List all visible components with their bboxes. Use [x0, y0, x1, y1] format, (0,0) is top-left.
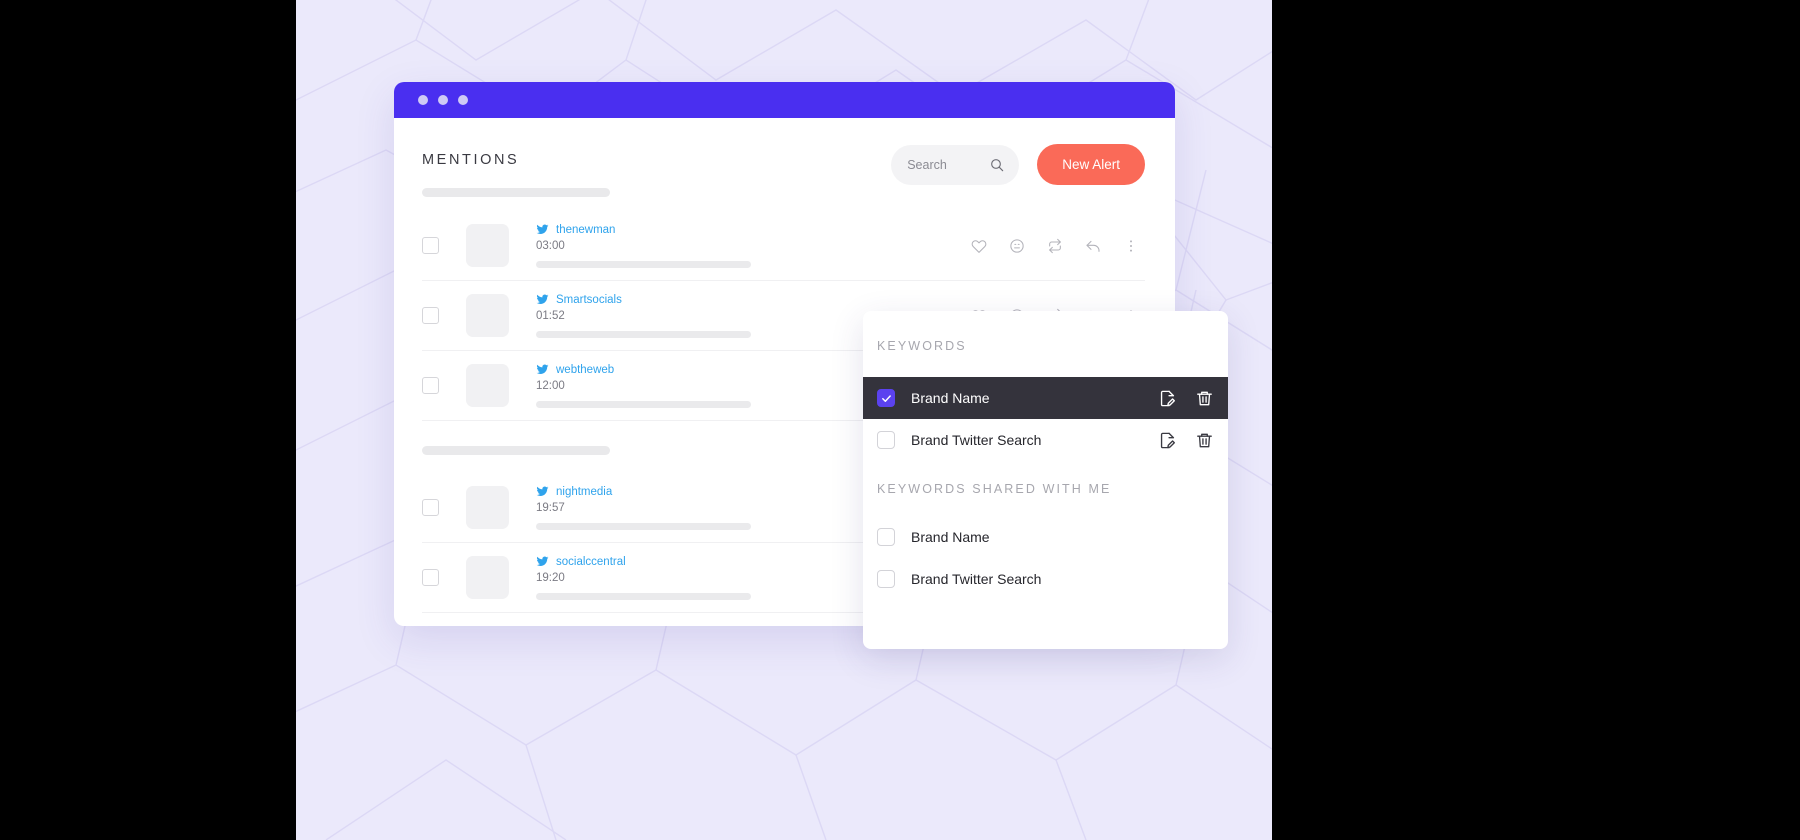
search-input[interactable]: [907, 157, 982, 172]
keyword-checkbox[interactable]: [877, 570, 895, 588]
mention-text-placeholder: [536, 261, 751, 268]
keyword-label: Brand Name: [911, 390, 990, 406]
keyword-tools: [1158, 389, 1214, 408]
keyword-row[interactable]: Brand Twitter Search: [863, 558, 1228, 600]
mention-text-placeholder: [536, 523, 751, 530]
avatar: [466, 486, 509, 529]
avatar: [466, 364, 509, 407]
mention-text-placeholder: [536, 331, 751, 338]
mention-handle[interactable]: nightmedia: [556, 486, 612, 498]
mention-row-checkbox[interactable]: [422, 307, 439, 324]
page-title: MENTIONS: [422, 152, 520, 168]
smiley-icon[interactable]: [1009, 238, 1025, 254]
page-subtitle-placeholder: [422, 188, 610, 197]
mention-row-actions: [971, 238, 1145, 254]
new-alert-button[interactable]: New Alert: [1037, 144, 1145, 185]
heart-icon[interactable]: [971, 238, 987, 254]
twitter-icon: [536, 486, 549, 496]
mention-row-checkbox[interactable]: [422, 499, 439, 516]
reply-icon[interactable]: [1085, 238, 1101, 254]
window-titlebar: [394, 82, 1175, 118]
search-icon[interactable]: [989, 157, 1005, 173]
mention-row-checkbox[interactable]: [422, 237, 439, 254]
check-icon: [881, 394, 891, 402]
window-dot-minimize[interactable]: [438, 95, 448, 105]
keyword-checkbox[interactable]: [877, 431, 895, 449]
header-actions: New Alert: [891, 144, 1145, 185]
keyword-checkbox[interactable]: [877, 389, 895, 407]
window-dot-maximize[interactable]: [458, 95, 468, 105]
twitter-icon: [536, 364, 549, 374]
avatar: [466, 294, 509, 337]
edit-icon[interactable]: [1158, 431, 1177, 450]
mention-row-checkbox[interactable]: [422, 377, 439, 394]
mention-row[interactable]: thenewman 03:00: [422, 211, 1145, 281]
mention-handle[interactable]: thenewman: [556, 224, 615, 236]
twitter-icon: [536, 294, 549, 304]
mention-text-placeholder: [536, 401, 751, 408]
keywords-section-title: KEYWORDS: [877, 339, 967, 353]
keywords-panel: KEYWORDS Brand Name Brand Twitter Search…: [863, 311, 1228, 649]
avatar: [466, 556, 509, 599]
twitter-icon: [536, 224, 549, 234]
retweet-icon[interactable]: [1047, 238, 1063, 254]
mention-text-placeholder: [536, 593, 751, 600]
trash-icon[interactable]: [1195, 389, 1214, 408]
keyword-label: Brand Twitter Search: [911, 432, 1042, 448]
keywords-shared-section-title: KEYWORDS SHARED WITH ME: [877, 482, 1112, 496]
mention-handle[interactable]: socialccentral: [556, 556, 626, 568]
mention-handle[interactable]: webtheweb: [556, 364, 614, 376]
search-box[interactable]: [891, 144, 1020, 185]
twitter-icon: [536, 556, 549, 566]
window-dot-close[interactable]: [418, 95, 428, 105]
keyword-label: Brand Name: [911, 529, 990, 545]
edit-icon[interactable]: [1158, 389, 1177, 408]
keyword-row[interactable]: Brand Name: [863, 377, 1228, 419]
keyword-row[interactable]: Brand Name: [863, 516, 1228, 558]
keyword-checkbox[interactable]: [877, 528, 895, 546]
mention-row-checkbox[interactable]: [422, 569, 439, 586]
keyword-tools: [1158, 431, 1214, 450]
keyword-label: Brand Twitter Search: [911, 571, 1042, 587]
more-vertical-icon[interactable]: [1123, 238, 1139, 254]
page-header: MENTIONS New Alert: [422, 144, 1145, 197]
mention-group-label-placeholder: [422, 446, 610, 455]
avatar: [466, 224, 509, 267]
screenshot-stage: MENTIONS New Alert: [0, 0, 1800, 840]
mention-time: 03:00: [536, 240, 565, 252]
page-title-block: MENTIONS: [422, 144, 610, 197]
mention-handle[interactable]: Smartsocials: [556, 294, 622, 306]
trash-icon[interactable]: [1195, 431, 1214, 450]
keyword-row[interactable]: Brand Twitter Search: [863, 419, 1228, 461]
mention-row-content: thenewman 03:00: [536, 223, 971, 268]
mention-row-user: thenewman: [536, 223, 971, 236]
mention-row-user: Smartsocials: [536, 293, 971, 306]
